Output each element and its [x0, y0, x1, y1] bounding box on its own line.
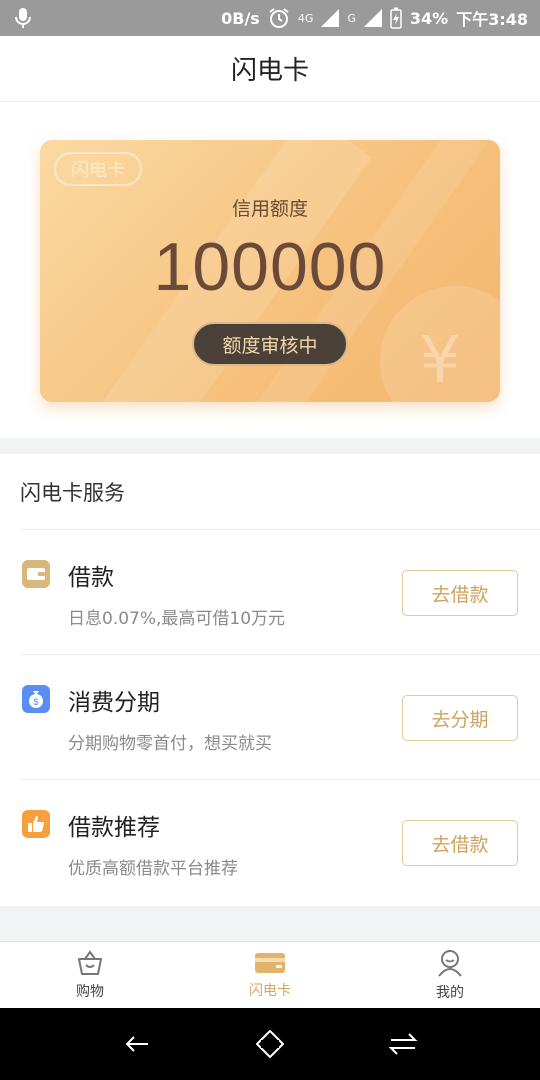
credit-label: 信用额度	[231, 198, 308, 220]
money-bag-icon: $	[22, 685, 50, 713]
credit-card: 闪电卡 ¥ 信用额度 100000 额度审核中	[40, 140, 500, 402]
microphone-icon	[15, 8, 31, 28]
tab-label: 闪电卡	[249, 983, 291, 999]
card-logo: 闪电卡	[54, 152, 142, 186]
tab-shopping[interactable]: 购物	[0, 942, 180, 1008]
user-icon	[438, 950, 462, 977]
service-item-loan[interactable]: 借款 日息0.07%,最高可借10万元 去借款	[20, 530, 540, 655]
clock: 下午3:48	[456, 10, 528, 29]
battery-level: 34%	[409, 8, 449, 28]
card-icon	[255, 953, 285, 973]
network-g-label: G	[347, 11, 356, 25]
service-desc: 日息0.07%,最高可借10万元	[68, 609, 286, 629]
credit-review-button[interactable]: 额度审核中	[192, 322, 348, 366]
wallet-icon	[22, 560, 50, 588]
system-nav-bar	[0, 1008, 540, 1080]
status-bar: 0B/s 4G G 34% 下午3:48	[0, 0, 540, 36]
service-desc: 优质高额借款平台推荐	[68, 859, 238, 879]
service-title: 借款	[68, 565, 114, 591]
go-installment-button[interactable]: 去分期	[402, 695, 518, 741]
page-header: 闪电卡	[0, 36, 540, 102]
go-loan-button[interactable]: 去借款	[402, 570, 518, 616]
tab-label: 购物	[76, 984, 104, 1000]
tab-flash-card[interactable]: 闪电卡	[180, 942, 360, 1008]
svg-text:$: $	[33, 697, 38, 707]
signal-icon	[363, 9, 382, 27]
battery-charging-icon	[390, 7, 402, 29]
service-desc: 分期购物零首付，想买就买	[68, 734, 272, 754]
alarm-icon	[269, 8, 289, 28]
tab-mine[interactable]: 我的	[360, 942, 540, 1008]
service-title: 消费分期	[68, 690, 160, 716]
network-4g-label: 4G	[297, 11, 314, 25]
tab-label: 我的	[436, 985, 464, 1001]
service-item-recommend[interactable]: 借款推荐 优质高额借款平台推荐 去借款	[20, 780, 540, 905]
card-section: 闪电卡 ¥ 信用额度 100000 额度审核中	[0, 102, 540, 438]
network-speed: 0B/s	[221, 8, 260, 28]
service-item-installment[interactable]: $ 消费分期 分期购物零首付，想买就买 去分期	[20, 655, 540, 780]
basket-icon	[78, 950, 102, 975]
switch-apps-icon[interactable]	[388, 1029, 418, 1059]
home-icon[interactable]	[255, 1029, 285, 1059]
services-title: 闪电卡服务	[20, 454, 540, 530]
go-loan-recommend-button[interactable]: 去借款	[402, 820, 518, 866]
back-icon[interactable]	[122, 1029, 152, 1059]
service-title: 借款推荐	[68, 815, 160, 841]
thumbs-up-icon	[22, 810, 50, 838]
tab-bar: 购物 闪电卡 我的	[0, 941, 540, 1008]
services-panel: 闪电卡服务 借款 日息0.07%,最高可借10万元 去借款 $ 消费分期 分期购…	[0, 454, 540, 906]
page-title: 闪电卡	[230, 56, 309, 86]
credit-value: 100000	[153, 229, 387, 305]
signal-icon	[321, 9, 340, 27]
